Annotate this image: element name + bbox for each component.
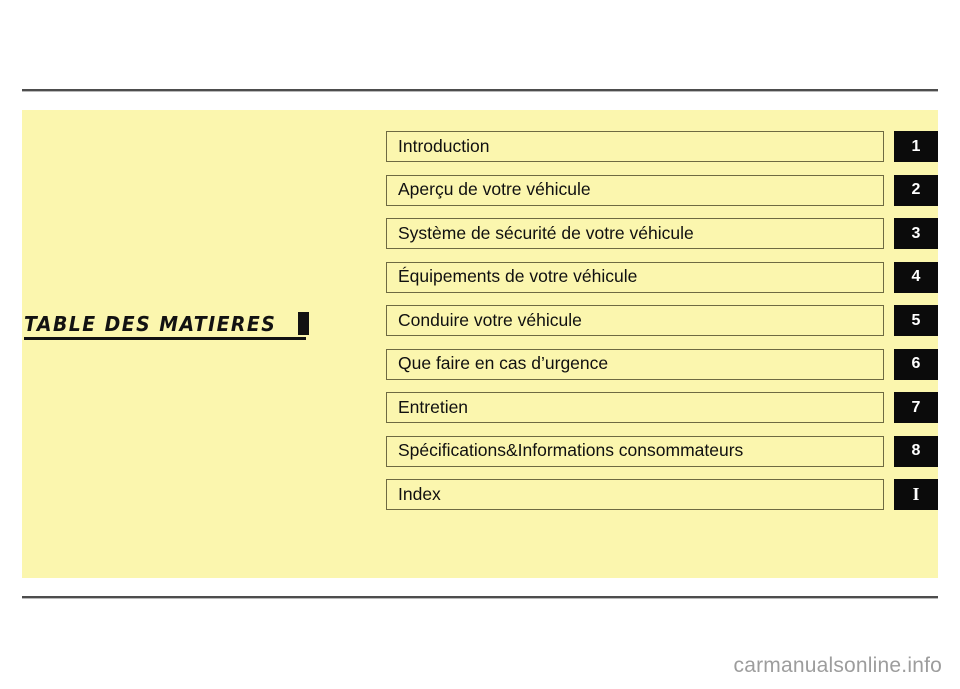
- chapter-label: Introduction: [398, 135, 490, 156]
- chapter-tab-number: 3: [911, 224, 921, 242]
- chapter-row: Que faire en cas d’urgence 6: [386, 348, 938, 380]
- chapter-tab-1[interactable]: 1: [894, 131, 938, 162]
- chapter-label: Entretien: [398, 396, 469, 417]
- chapter-tab-number: 4: [911, 268, 921, 285]
- chapter-tab-number: 5: [911, 311, 921, 329]
- chapter-link-5[interactable]: Conduire votre véhicule: [386, 305, 884, 336]
- chapter-link-6[interactable]: Que faire en cas d’urgence: [386, 348, 884, 380]
- page-bottom-rule: [22, 596, 938, 598]
- chapter-tab-number: I: [912, 483, 920, 504]
- chapter-tab-number: 2: [911, 181, 921, 198]
- chapter-label: Équipements de votre véhicule: [398, 266, 638, 287]
- page-top-rule: [22, 89, 938, 91]
- page-title: TABLE DES MATIERES: [24, 311, 277, 336]
- chapter-row: Index I: [386, 479, 938, 510]
- chapter-row: Système de sécurité de votre véhicule 3: [386, 218, 938, 249]
- chapter-tab-3[interactable]: 3: [894, 218, 938, 249]
- chapter-link-4[interactable]: Équipements de votre véhicule: [386, 261, 884, 293]
- table-of-contents-heading: TABLE DES MATIERES: [24, 311, 310, 340]
- chapter-tab-4[interactable]: 4: [894, 261, 938, 293]
- chapter-row: Équipements de votre véhicule 4: [386, 261, 938, 293]
- chapter-row: Aperçu de votre véhicule 2: [386, 174, 938, 206]
- chapter-row: Conduire votre véhicule 5: [386, 305, 938, 336]
- chapter-tab-number: 1: [911, 137, 921, 155]
- chapter-tab-number: 7: [911, 398, 921, 416]
- chapter-link-1[interactable]: Introduction: [386, 131, 884, 162]
- chapter-link-9[interactable]: Index: [386, 479, 884, 510]
- chapter-link-2[interactable]: Aperçu de votre véhicule: [386, 174, 884, 206]
- chapter-link-8[interactable]: Spécifications&Informations consommateur…: [386, 435, 884, 467]
- chapter-tab-number: 8: [911, 442, 921, 459]
- chapter-link-7[interactable]: Entretien: [386, 392, 884, 423]
- chapter-row: Spécifications&Informations consommateur…: [386, 435, 938, 467]
- chapter-label: Aperçu de votre véhicule: [398, 179, 591, 200]
- chapter-tab-2[interactable]: 2: [894, 174, 938, 206]
- chapter-tab-8[interactable]: 8: [894, 435, 938, 467]
- chapter-tab-9[interactable]: I: [894, 479, 938, 510]
- chapter-row: Entretien 7: [386, 392, 938, 423]
- chapter-tab-5[interactable]: 5: [894, 305, 938, 336]
- chapter-link-3[interactable]: Système de sécurité de votre véhicule: [386, 218, 884, 249]
- heading-end-block-icon: [298, 312, 310, 335]
- site-watermark: carmanualsonline.info: [733, 654, 942, 677]
- chapter-label: Conduire votre véhicule: [398, 309, 582, 330]
- chapter-tab-6[interactable]: 6: [894, 348, 938, 380]
- chapter-label: Système de sécurité de votre véhicule: [398, 222, 694, 243]
- chapter-label: Spécifications&Informations consommateur…: [398, 440, 744, 461]
- chapter-row: Introduction 1: [386, 131, 938, 162]
- chapter-list: Introduction 1 Aperçu de votre véhicule 2 Sy…: [386, 131, 938, 510]
- chapter-tab-7[interactable]: 7: [894, 392, 938, 423]
- chapter-label: Index: [398, 483, 441, 504]
- chapter-label: Que faire en cas d’urgence: [398, 353, 609, 374]
- chapter-tab-number: 6: [911, 355, 921, 372]
